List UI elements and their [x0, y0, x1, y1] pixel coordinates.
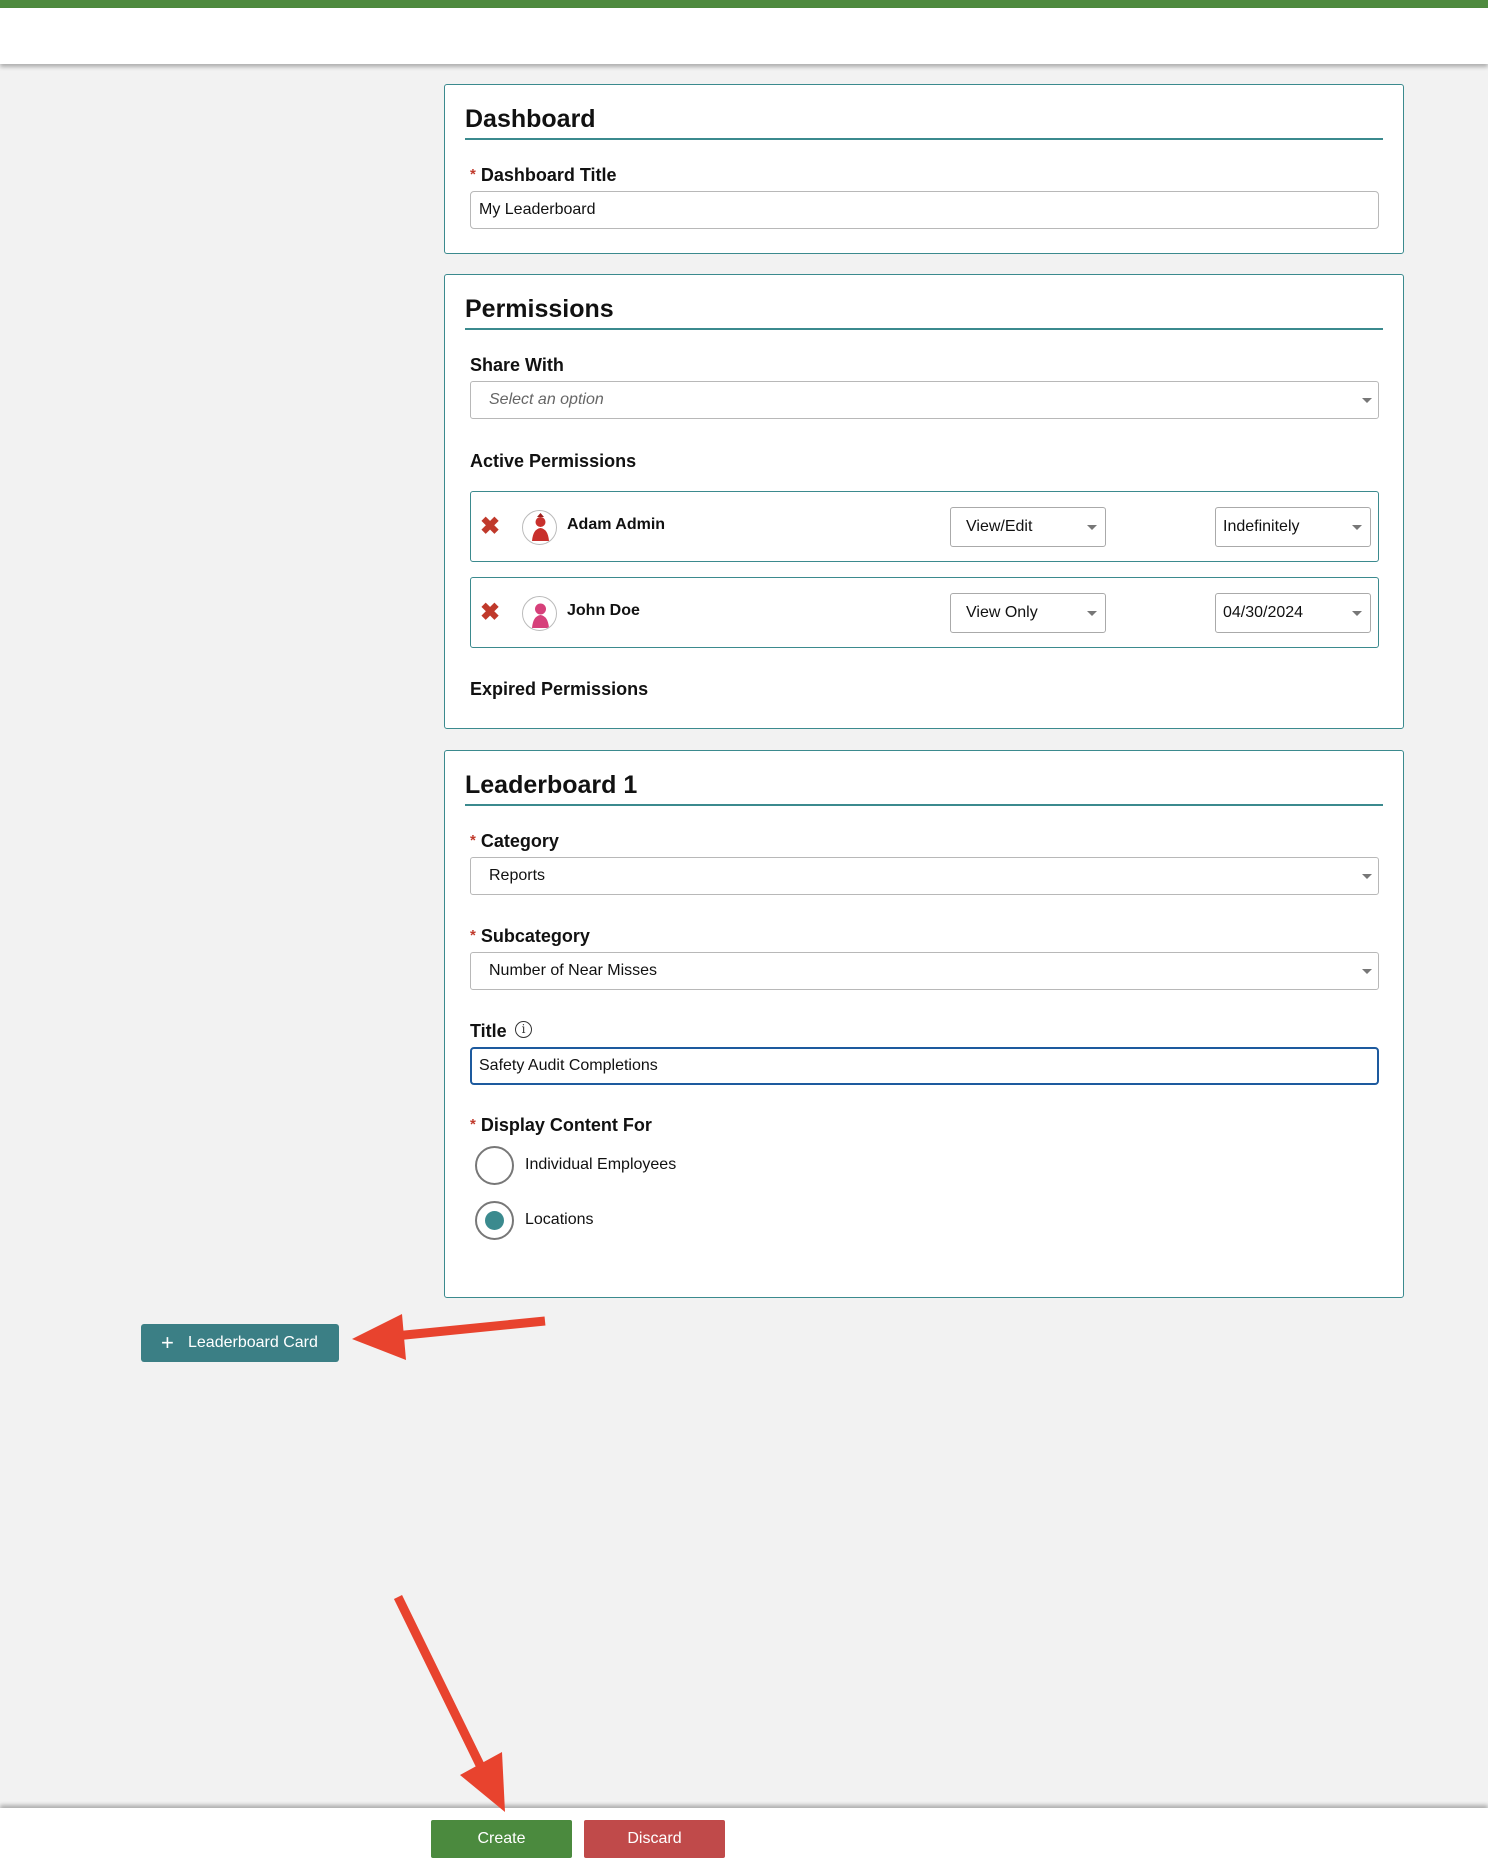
- required-marker: *: [470, 166, 476, 183]
- duration-select[interactable]: 04/30/2024: [1215, 593, 1371, 633]
- category-value: Reports: [489, 867, 546, 884]
- title-label: Title: [470, 1021, 507, 1041]
- app-header: [0, 8, 1488, 64]
- dashboard-title-input[interactable]: My Leaderboard: [470, 191, 1379, 229]
- active-permissions-label: Active Permissions: [470, 451, 637, 471]
- create-button[interactable]: Create: [431, 1820, 572, 1858]
- discard-button[interactable]: Discard: [584, 1820, 725, 1858]
- radio-label: Locations: [525, 1211, 594, 1228]
- leaderboard-card: Leaderboard 1 * Category Reports * Subcate…: [444, 750, 1404, 1298]
- chevron-down-icon: [1362, 874, 1372, 879]
- radio-selected-dot: [485, 1211, 504, 1230]
- subcategory-value: Number of Near Misses: [489, 962, 658, 979]
- display-content-label: * Display Content For: [470, 1115, 652, 1135]
- share-with-placeholder: Select an option: [489, 391, 604, 408]
- action-footer: [0, 1808, 1488, 1868]
- subcategory-select[interactable]: Number of Near Misses: [470, 952, 1379, 990]
- duration-value: 04/30/2024: [1223, 604, 1304, 621]
- annotation-arrow-shaft: [394, 1316, 546, 1341]
- dashboard-divider: [465, 138, 1383, 140]
- radio-button[interactable]: [475, 1201, 514, 1240]
- required-marker: *: [470, 1116, 476, 1133]
- category-select[interactable]: Reports: [470, 857, 1379, 895]
- annotation-arrowhead: [460, 1752, 505, 1812]
- radio-label: Individual Employees: [525, 1156, 677, 1173]
- plus-icon: +: [161, 1330, 174, 1355]
- permission-user-name: Adam Admin: [567, 516, 666, 533]
- subcategory-label: * Subcategory: [470, 926, 590, 946]
- annotation-arrowhead: [352, 1314, 406, 1360]
- required-marker: *: [470, 927, 476, 944]
- leaderboard-heading: Leaderboard 1: [465, 771, 638, 799]
- permissions-heading: Permissions: [465, 295, 614, 323]
- info-icon[interactable]: i: [515, 1021, 532, 1038]
- share-with-label: Share With: [470, 355, 564, 375]
- permission-user-name: John Doe: [567, 602, 640, 619]
- permission-row: ✖ Adam Admin View/Edit Indefinitely: [470, 491, 1379, 562]
- share-with-select[interactable]: Select an option: [470, 381, 1379, 419]
- access-level-value: View/Edit: [966, 518, 1033, 535]
- chevron-down-icon: [1362, 969, 1372, 974]
- avatar: [522, 510, 557, 545]
- chevron-down-icon: [1352, 525, 1362, 530]
- remove-icon[interactable]: ✖: [478, 513, 502, 541]
- avatar: [522, 596, 557, 631]
- permissions-divider: [465, 328, 1383, 330]
- category-label: * Category: [470, 831, 559, 851]
- add-leaderboard-card-label: Leaderboard Card: [188, 1334, 318, 1351]
- annotation-arrow-shaft: [393, 1595, 485, 1767]
- top-accent-bar: [0, 0, 1488, 8]
- dashboard-card: Dashboard * Dashboard Title My Leaderboar…: [444, 84, 1404, 254]
- add-leaderboard-card-button[interactable]: + Leaderboard Card: [141, 1324, 339, 1362]
- remove-icon[interactable]: ✖: [478, 599, 502, 627]
- leaderboard-divider: [465, 804, 1383, 806]
- duration-select[interactable]: Indefinitely: [1215, 507, 1371, 547]
- chevron-down-icon: [1362, 398, 1372, 403]
- duration-value: Indefinitely: [1223, 518, 1300, 535]
- chevron-down-icon: [1352, 611, 1362, 616]
- permissions-card: Permissions Share With Select an option …: [444, 274, 1404, 729]
- chevron-down-icon: [1087, 525, 1097, 530]
- access-level-select[interactable]: View Only: [950, 593, 1106, 633]
- expired-permissions-label: Expired Permissions: [470, 679, 649, 699]
- access-level-value: View Only: [966, 604, 1038, 621]
- radio-button[interactable]: [475, 1146, 514, 1185]
- required-marker: *: [470, 832, 476, 849]
- access-level-select[interactable]: View/Edit: [950, 507, 1106, 547]
- leaderboard-title-input[interactable]: Safety Audit Completions: [470, 1047, 1379, 1085]
- chevron-down-icon: [1087, 611, 1097, 616]
- dashboard-title-label: * Dashboard Title: [470, 165, 617, 185]
- permission-row: ✖ John Doe View Only 04/30/2024: [470, 577, 1379, 648]
- dashboard-heading: Dashboard: [465, 105, 596, 133]
